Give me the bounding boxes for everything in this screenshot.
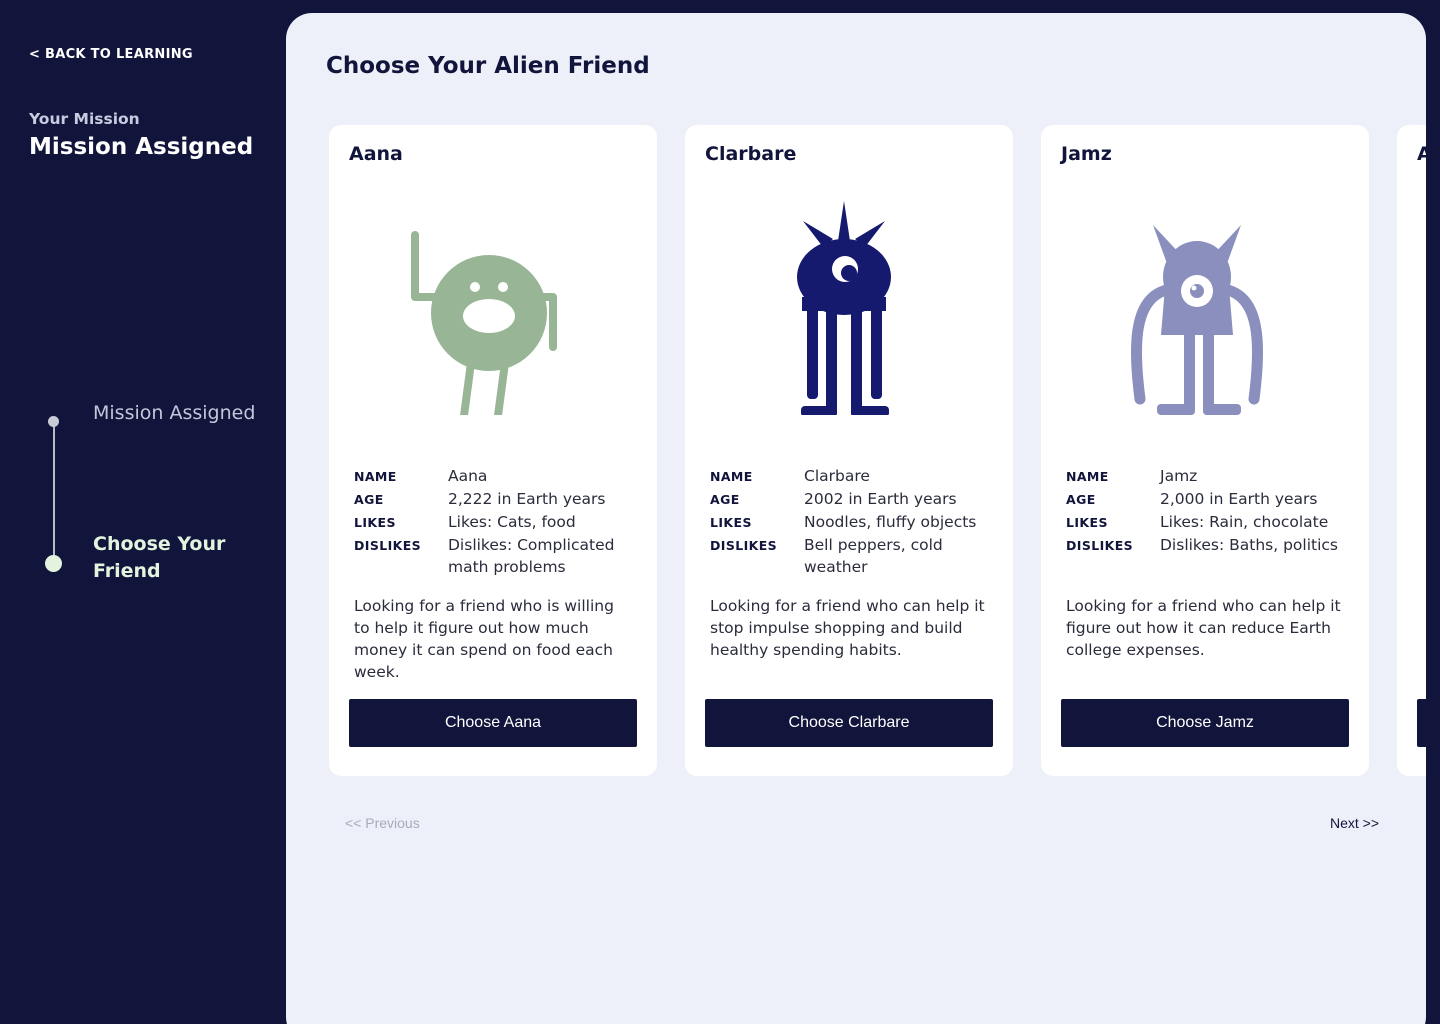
navy-spiky-alien-icon <box>797 201 891 415</box>
alien-details: NAME Jamz AGE 2,000 in Earth years LIKES Li… <box>1066 465 1351 557</box>
alien-card-clarbare: Clarbare NAME Clarbare AGE 2002 in Earth y… <box>685 125 1013 776</box>
card-title: Clarbare <box>705 143 797 165</box>
alien-card-aana: Aana NAME Aana AGE 2,222 in Earth years LI… <box>329 125 657 776</box>
card-title: Jamz <box>1061 143 1112 165</box>
age-value: 2,000 in Earth years <box>1160 490 1318 508</box>
step-mission-assigned: Mission Assigned <box>93 402 256 424</box>
mission-label: Your Mission <box>29 110 140 128</box>
step-choose-friend: Choose Your Friend <box>93 533 226 582</box>
progress-line <box>53 421 55 564</box>
choose-aana-button[interactable]: Choose Aana <box>349 699 637 747</box>
age-label: AGE <box>354 492 384 507</box>
age-value: 2,222 in Earth years <box>448 490 606 508</box>
dislikes-label: DISLIKES <box>354 538 422 553</box>
next-page-link[interactable]: Next >> <box>1330 815 1379 831</box>
card-title: A <box>1417 143 1426 165</box>
main-panel: Choose Your Alien Friend Aana NAME Aana A… <box>286 13 1426 1024</box>
card-title: Aana <box>349 143 403 165</box>
likes-label: LIKES <box>354 515 396 530</box>
name-label: NAME <box>710 469 753 484</box>
dislikes-value: Bell peppers, cold weather <box>804 536 943 576</box>
alien-card-jamz: Jamz NAME Jamz AGE 2,000 in Earth years … <box>1041 125 1369 776</box>
name-value: Clarbare <box>804 467 870 485</box>
likes-value: Likes: Cats, food <box>448 513 576 531</box>
dislikes-value: Dislikes: Complicated math problems <box>448 536 615 576</box>
name-label: NAME <box>1066 469 1109 484</box>
page-title: Choose Your Alien Friend <box>326 53 650 79</box>
likes-value: Likes: Rain, chocolate <box>1160 513 1329 531</box>
back-to-learning-link[interactable]: < BACK TO LEARNING <box>29 47 193 62</box>
choose-next-alien-button[interactable] <box>1417 699 1426 747</box>
previous-page-link: << Previous <box>345 815 420 831</box>
name-value: Aana <box>448 467 488 485</box>
likes-label: LIKES <box>710 515 752 530</box>
likes-value: Noodles, fluffy objects <box>804 513 977 531</box>
green-round-alien-icon <box>411 231 557 415</box>
choose-clarbare-button[interactable]: Choose Clarbare <box>705 699 993 747</box>
age-label: AGE <box>1066 492 1096 507</box>
choose-jamz-button[interactable]: Choose Jamz <box>1061 699 1349 747</box>
mission-title: Mission Assigned <box>29 134 254 160</box>
dislikes-label: DISLIKES <box>710 538 778 553</box>
dislikes-label: DISLIKES <box>1066 538 1134 553</box>
age-value: 2002 in Earth years <box>804 490 957 508</box>
name-label: NAME <box>354 469 397 484</box>
age-label: AGE <box>710 492 740 507</box>
alien-description: Looking for a friend who is willing to h… <box>354 597 614 681</box>
name-value: Jamz <box>1160 467 1198 485</box>
step-active-dot <box>45 555 62 572</box>
alien-description: Looking for a friend who can help it sto… <box>710 597 985 659</box>
alien-details: NAME Aana AGE 2,222 in Earth years LIKES Li… <box>354 465 639 578</box>
alien-details: NAME Clarbare AGE 2002 in Earth years LIKE… <box>710 465 995 578</box>
alien-card-partial: A <box>1397 125 1426 776</box>
step-completed-dot <box>48 416 59 427</box>
purple-horned-alien-icon <box>1130 225 1264 415</box>
likes-label: LIKES <box>1066 515 1108 530</box>
alien-description: Looking for a friend who can help it fig… <box>1066 597 1341 659</box>
dislikes-value: Dislikes: Baths, politics <box>1160 536 1338 554</box>
